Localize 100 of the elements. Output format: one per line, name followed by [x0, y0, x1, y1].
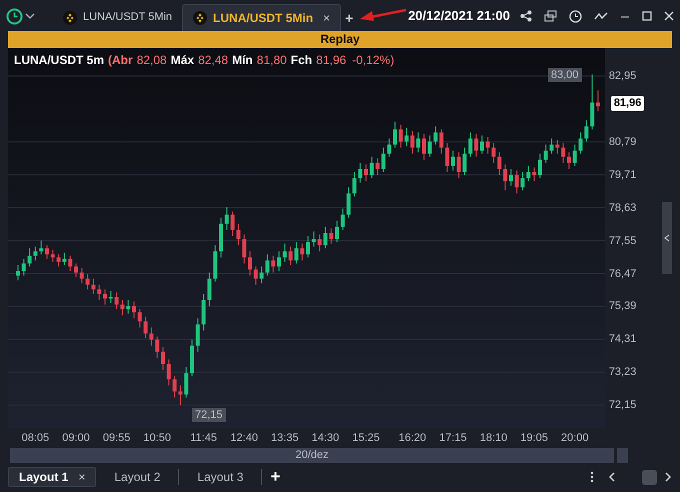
layout-tab[interactable]: Layout 3 [179, 467, 262, 487]
time-tick: 10:50 [142, 431, 172, 445]
candlestick [196, 318, 200, 352]
candlestick [294, 242, 298, 264]
add-layout-button[interactable]: + [262, 467, 288, 487]
candlestick [572, 144, 577, 166]
candlestick [468, 132, 472, 158]
candlestick [567, 152, 571, 170]
price-tick: 77,55 [608, 234, 636, 248]
candlestick [260, 266, 264, 284]
candlestick [555, 140, 560, 154]
close-label: Fch [290, 52, 312, 69]
candlestick [416, 132, 420, 153]
candlestick [265, 254, 270, 276]
open-value: 82,08 [136, 52, 167, 69]
price-tick: 82,95 [608, 69, 636, 84]
layout-tab[interactable]: Layout 2 [96, 467, 178, 487]
chart-tab[interactable]: LUNA/USDT 5Min × [182, 4, 342, 31]
candlestick [393, 121, 397, 148]
collapse-handle[interactable] [662, 202, 672, 274]
candlestick [16, 264, 20, 281]
candlestick [22, 258, 26, 276]
candlestick [312, 230, 316, 248]
candlestick [86, 274, 90, 290]
clock-icon[interactable] [569, 10, 582, 22]
candlestick [155, 336, 160, 358]
candlestick [28, 248, 32, 267]
price-tick: 73,23 [608, 365, 636, 380]
chart-tab[interactable]: LUNA/USDT 5Min [55, 4, 180, 31]
candlestick [254, 266, 258, 286]
share-icon[interactable] [520, 10, 532, 22]
candlestick [474, 133, 478, 158]
candlestick [497, 152, 502, 176]
clock-icon[interactable] [6, 8, 23, 24]
chevron-down-icon[interactable] [25, 12, 35, 20]
layout-tab[interactable]: Layout 1 × [8, 467, 96, 487]
candlestick [166, 358, 171, 386]
windows-icon[interactable] [544, 10, 557, 22]
candlestick [439, 128, 444, 154]
low-value: 81,80 [256, 52, 287, 69]
candlestick [172, 376, 177, 398]
candlestick [492, 142, 496, 164]
layout-tab-label: Layout 2 [114, 469, 160, 486]
candlestick [434, 126, 438, 146]
candlestick [224, 206, 229, 230]
date-bar-end [617, 448, 628, 463]
candlestick [126, 300, 130, 314]
candlestick [50, 249, 55, 262]
close-tab-button[interactable]: × [323, 9, 330, 27]
time-tick: 09:55 [102, 431, 132, 445]
time-tick: 19:05 [519, 431, 549, 445]
time-tick: 09:00 [61, 431, 91, 445]
candlestick [144, 316, 148, 339]
candlestick [132, 301, 136, 319]
candlestick [68, 255, 72, 272]
candlestick [422, 133, 426, 160]
candlestick [352, 172, 356, 197]
price-tick: 79,71 [608, 168, 636, 182]
chevron-left-icon [664, 234, 670, 242]
chevron-left-icon[interactable] [608, 472, 616, 482]
candlestick [526, 165, 530, 182]
maximize-icon[interactable] [642, 11, 652, 21]
price-tick: 80,79 [608, 134, 636, 149]
candlestick [514, 170, 519, 194]
candlestick [178, 384, 182, 406]
chevron-right-icon[interactable] [665, 472, 672, 482]
candlestick [108, 290, 113, 304]
price-tick: 74,31 [608, 332, 636, 346]
candlestick [590, 74, 594, 130]
price-tick: 72,15 [608, 398, 636, 412]
candlestick [62, 252, 66, 266]
candlestick [161, 346, 165, 371]
candlestick [346, 186, 351, 218]
time-tick: 13:35 [270, 431, 300, 445]
candlestick [561, 142, 566, 164]
coin-logo-icon [63, 10, 77, 24]
scroll-thumb[interactable] [642, 470, 657, 484]
candlestick [74, 262, 78, 278]
candlestick [288, 246, 293, 266]
add-tab-button[interactable]: + [343, 10, 356, 26]
candlestick [120, 300, 124, 316]
time-tick: 11:45 [189, 431, 218, 445]
close-layout-button[interactable]: × [78, 468, 86, 486]
candlestick [578, 132, 583, 154]
coin-logo-icon [193, 11, 208, 25]
time-tick: 18:10 [478, 431, 508, 445]
candlestick [91, 278, 96, 294]
open-label: (Abr [108, 52, 133, 69]
time-tick: 20:00 [560, 431, 590, 445]
candlestick [282, 243, 287, 262]
trend-icon[interactable] [594, 11, 608, 21]
candlestick [410, 130, 414, 154]
candlestick [248, 250, 252, 276]
time-tick: 15:25 [351, 431, 381, 445]
close-icon[interactable] [664, 11, 674, 21]
candlestick [277, 250, 281, 272]
replay-bar[interactable]: Replay [8, 31, 672, 48]
candlestick [503, 164, 508, 191]
more-icon[interactable] [590, 471, 594, 483]
high-value: 82,48 [198, 52, 228, 69]
